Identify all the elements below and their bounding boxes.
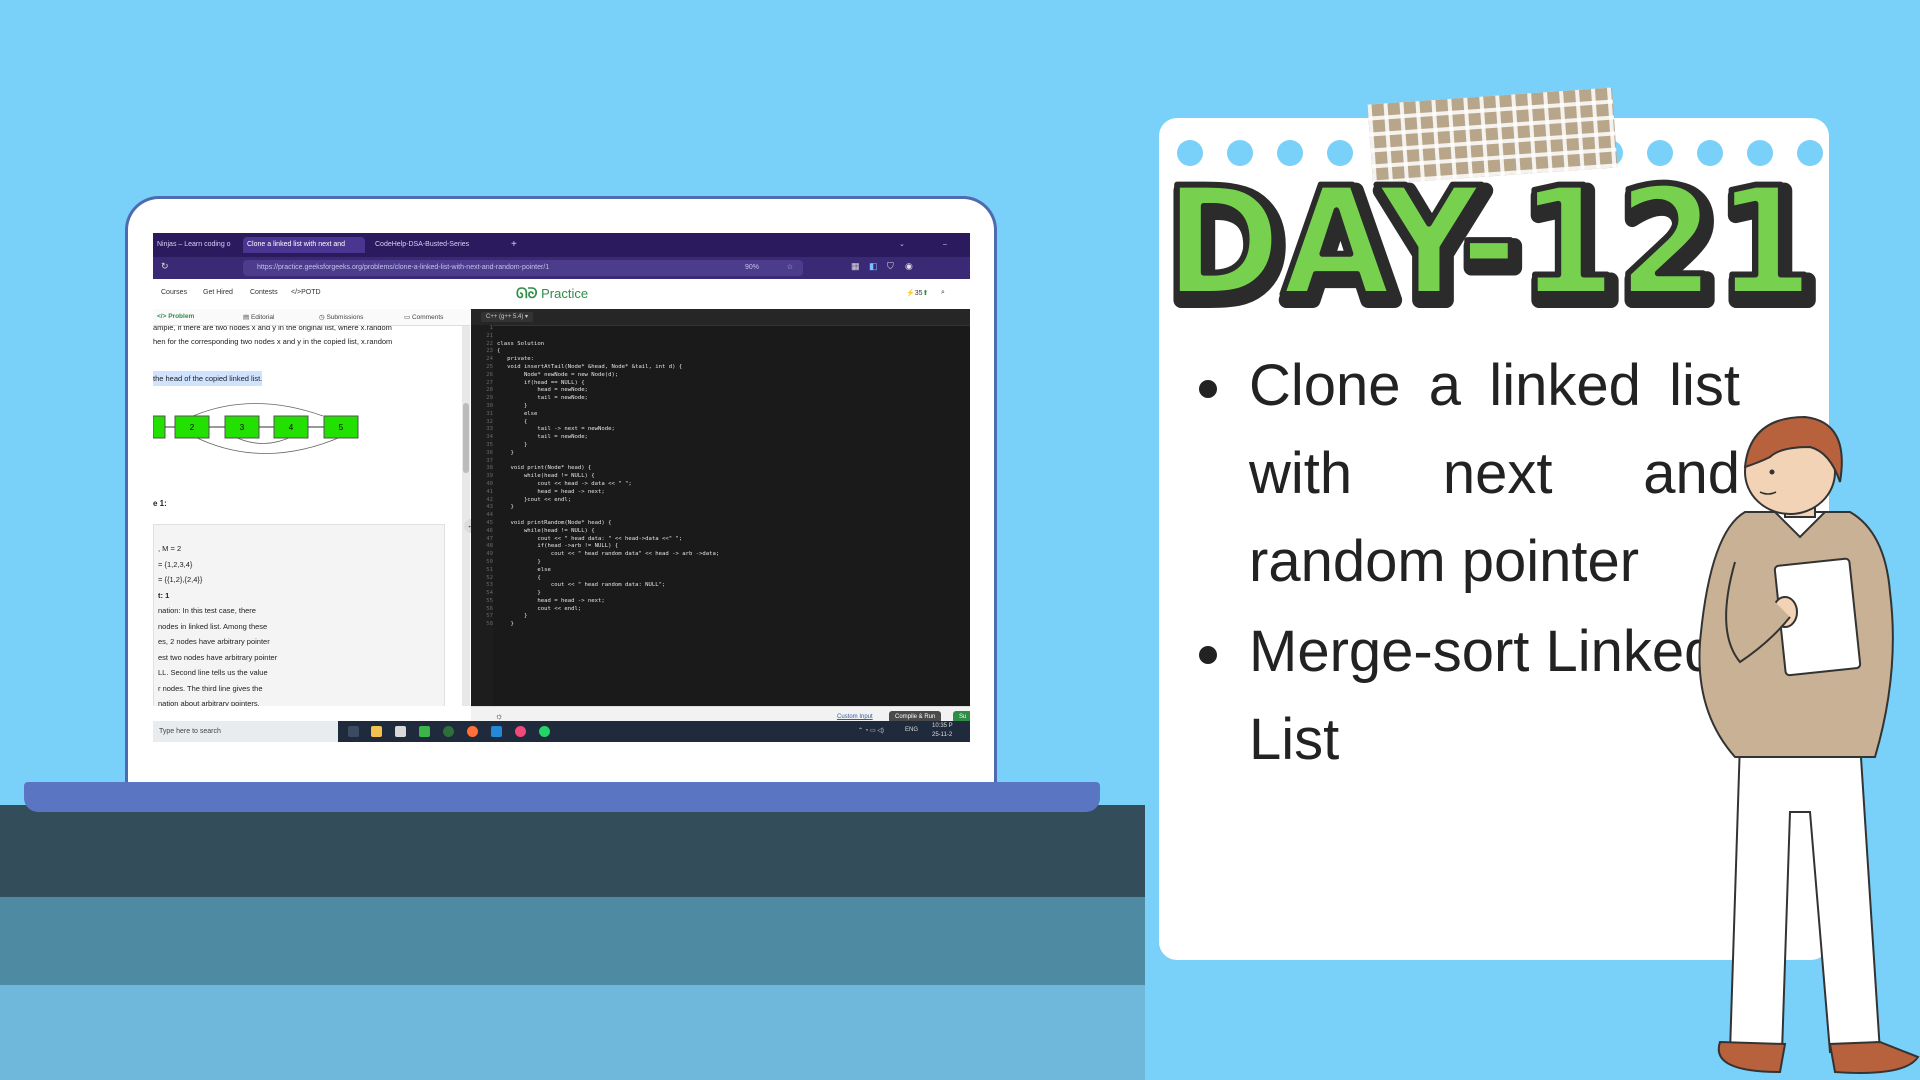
whatsapp-icon[interactable] <box>539 726 550 737</box>
snipping-icon[interactable] <box>515 726 526 737</box>
streak-count: 35 <box>914 290 923 297</box>
man-character-illustration <box>1698 415 1920 1074</box>
example-line: est two nodes have arbitrary pointer <box>158 652 278 662</box>
node-label: 3 <box>240 423 245 432</box>
nav-contests[interactable]: Contests <box>250 289 278 296</box>
example-line: = {{1,2},{2,4}} <box>158 575 203 584</box>
problem-statement: ample, if there are two nodes x and y in… <box>153 326 463 706</box>
problem-text-line: hen for the corresponding two nodes x an… <box>153 337 393 346</box>
node-label: 2 <box>190 423 195 432</box>
example-line: , M = 2 <box>158 544 182 553</box>
apps-grid-icon[interactable]: ▦ <box>851 261 860 272</box>
vscode-icon[interactable] <box>491 726 502 737</box>
tab-comments-label: Comments <box>411 314 444 321</box>
example-line: r nodes. The third line gives the <box>158 683 263 693</box>
example-lines: , M = 2 = {1,2,3,4} = {{1,2},{2,4}} t: 1… <box>158 541 277 706</box>
chevron-down-icon[interactable]: ⌄ <box>895 237 913 253</box>
tab-comments[interactable]: ▭ Comments <box>404 313 443 321</box>
tab-label: Ninjas – Learn coding o <box>157 241 231 248</box>
problem-tabs: </> Problem ▤ Editorial ◷ Submissions ▭ … <box>153 309 470 326</box>
desk-middle <box>0 897 1145 985</box>
app-icon[interactable] <box>443 726 454 737</box>
code-text[interactable]: class Solution { private: void insertAtT… <box>497 325 967 706</box>
tab-editorial-label: Editorial <box>250 314 275 321</box>
firefox-icon[interactable] <box>467 726 478 737</box>
shield-icon[interactable]: ⛉ <box>887 261 894 272</box>
task-view-icon[interactable] <box>348 726 359 737</box>
profile-icon[interactable]: ◉ <box>905 261 913 272</box>
editor-header: C++ (g++ 5.4) ▾ <box>471 309 970 326</box>
example-line: es, 2 nodes have arbitrary pointer <box>158 637 270 646</box>
minimize-icon[interactable]: – <box>939 237 957 253</box>
laptop-screen: Ninjas – Learn coding o Clone a linked l… <box>153 233 970 742</box>
taskbar-search[interactable]: Type here to search <box>153 721 338 742</box>
clock-time: 10:35 P <box>932 723 953 729</box>
line-number-gutter: 1 21 22 23 24 25 26 27 28 29 30 31 32 33… <box>471 325 493 706</box>
scroll-thumb[interactable] <box>463 403 469 473</box>
problem-scrollbar[interactable] <box>462 326 470 706</box>
example-line: nodes in linked list. Among these <box>158 621 268 631</box>
extension-icon[interactable]: ◧ <box>869 261 878 272</box>
star-icon[interactable]: ☆ <box>787 260 793 276</box>
url-field[interactable]: https://practice.geeksforgeeks.org/probl… <box>243 260 803 276</box>
language-select[interactable]: C++ (g++ 5.4) ▾ <box>481 312 534 322</box>
desk-top <box>0 805 1145 897</box>
problem-highlight-text: the head of the copied linked list. <box>153 371 263 386</box>
linked-list-diagram: 2 3 4 5 <box>153 403 359 454</box>
topic-item: Clone a linked list with next and random… <box>1185 342 1740 606</box>
node-label: 5 <box>339 423 344 432</box>
nav-potd[interactable]: </>POTD <box>291 289 321 296</box>
node-label: 4 <box>289 423 294 432</box>
browser-address-bar: ↻ https://practice.geeksforgeeks.org/pro… <box>153 257 970 279</box>
reload-icon[interactable]: ↻ <box>161 261 169 272</box>
topic-item: Merge-sort Linked List <box>1185 608 1740 784</box>
example-heading: e 1: <box>153 499 167 508</box>
browser-tab-bar: Ninjas – Learn coding o Clone a linked l… <box>153 233 970 257</box>
tab-problem-label: Problem <box>168 313 195 320</box>
spreadsheet-icon[interactable] <box>419 726 430 737</box>
example-line: t: 1 <box>158 590 170 600</box>
gfg-logo-icon: ᘏᘐ <box>516 285 538 301</box>
example-line: nation: In this test case, there <box>158 606 256 615</box>
topics-list: Clone a linked list with next and random… <box>1185 342 1740 784</box>
search-icon[interactable]: ⌕ <box>941 289 945 297</box>
tab-label: CodeHelp-DSA-Busted-Series <box>375 241 470 248</box>
browser-tab[interactable]: CodeHelp-DSA-Busted-Series <box>371 237 493 253</box>
zoom-level[interactable]: 90% <box>745 260 759 276</box>
streak-badge[interactable]: ⚡35⬆ <box>906 289 928 297</box>
tab-submissions[interactable]: ◷ Submissions <box>319 313 363 321</box>
day-title-text: DAY-121 <box>1164 160 1814 320</box>
nav-get-hired[interactable]: Get Hired <box>203 289 233 296</box>
example-box: , M = 2 = {1,2,3,4} = {{1,2},{2,4}} t: 1… <box>153 524 445 706</box>
nav-courses[interactable]: Courses <box>161 289 187 296</box>
system-tray-icons[interactable]: ⌃ ◔ ▭ ◁) <box>858 727 884 734</box>
brand-label: Practice <box>541 286 589 301</box>
desk-bottom <box>0 985 1145 1080</box>
tab-editorial[interactable]: ▤ Editorial <box>243 313 274 321</box>
language-label: C++ (g++ 5.4) <box>486 314 524 320</box>
clock-date: 25-11-2 <box>932 732 953 738</box>
laptop-base <box>24 782 1100 812</box>
example-line: LL. Second line tells us the value <box>158 668 268 677</box>
clock[interactable]: 10:35 P 25-11-2 <box>932 722 953 740</box>
example-line: nation about arbitrary pointers. <box>158 699 260 706</box>
windows-taskbar: Type here to search ⌃ ◔ ▭ ◁) ENG 10:35 P… <box>153 721 970 742</box>
tab-problem[interactable]: </> Problem <box>157 313 194 320</box>
tab-label: Clone a linked list with next and <box>247 241 346 248</box>
gfg-navbar: Courses Get Hired Contests </>POTD ᘏᘐ Pr… <box>153 279 970 310</box>
url-text: https://practice.geeksforgeeks.org/probl… <box>257 264 550 271</box>
example-line: = {1,2,3,4} <box>158 559 193 569</box>
browser-tab[interactable]: Ninjas – Learn coding o <box>153 237 239 253</box>
theme-icon[interactable]: ☼ <box>495 711 503 721</box>
tab-submissions-label: Submissions <box>326 314 364 321</box>
file-explorer-icon[interactable] <box>371 726 382 737</box>
day-title: DAY-121 DAY-121 <box>1160 160 1826 320</box>
calculator-icon[interactable] <box>395 726 406 737</box>
browser-tab-active[interactable]: Clone a linked list with next and <box>243 237 365 253</box>
gfg-brand[interactable]: ᘏᘐ Practice <box>516 285 588 302</box>
language-indicator[interactable]: ENG <box>905 727 918 733</box>
new-tab-icon[interactable]: + <box>507 237 525 253</box>
